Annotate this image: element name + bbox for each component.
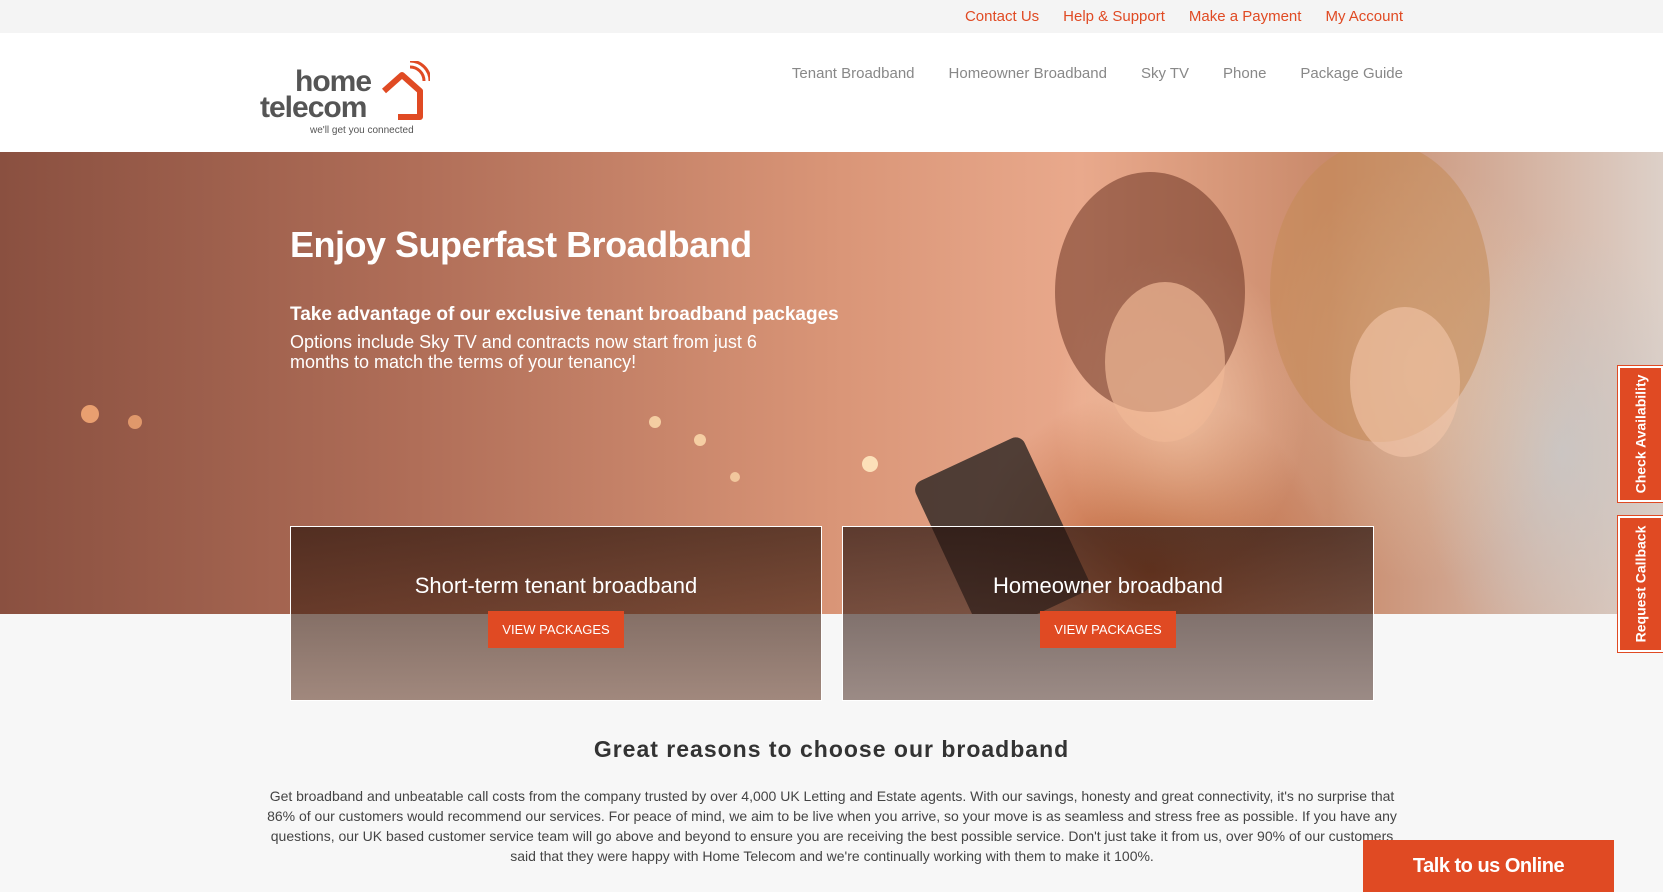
nav-phone[interactable]: Phone	[1223, 65, 1266, 82]
utility-nav: Contact Us Help & Support Make a Payment…	[965, 8, 1403, 25]
live-chat-button[interactable]: Talk to us Online	[1363, 840, 1614, 892]
nav-tenant-broadband[interactable]: Tenant Broadband	[792, 65, 915, 82]
top-utility-bar: Contact Us Help & Support Make a Payment…	[0, 0, 1663, 33]
nav-package-guide[interactable]: Package Guide	[1300, 65, 1403, 82]
tenant-view-packages-button[interactable]: VIEW PACKAGES	[488, 611, 624, 648]
request-callback-label: Request Callback	[1632, 525, 1649, 643]
check-availability-tab[interactable]: Check Availability	[1618, 366, 1663, 502]
hero-subtitle: Take advantage of our exclusive tenant b…	[290, 304, 839, 325]
card-title: Homeowner broadband	[993, 573, 1223, 598]
my-account-link[interactable]: My Account	[1325, 8, 1403, 25]
reasons-heading: Great reasons to choose our broadband	[593, 736, 1070, 762]
nav-homeowner-broadband[interactable]: Homeowner Broadband	[949, 65, 1107, 82]
logo-word-telecom: telecom	[260, 91, 367, 124]
hero-banner: Enjoy Superfast Broadband Take advantage…	[0, 152, 1663, 614]
hero-photo-illustration	[81, 152, 1490, 614]
contact-us-link[interactable]: Contact Us	[965, 8, 1039, 25]
help-support-link[interactable]: Help & Support	[1063, 8, 1165, 25]
main-nav: Tenant Broadband Homeowner Broadband Sky…	[792, 65, 1403, 82]
home-telecom-logo[interactable]: home telecom we'll get you connected	[260, 61, 430, 136]
hero-body-text: Options include Sky TV and contracts now…	[290, 332, 757, 372]
house-wifi-icon	[382, 61, 430, 120]
request-callback-tab[interactable]: Request Callback	[1618, 516, 1663, 652]
homeowner-broadband-card: Homeowner broadband VIEW PACKAGES	[842, 526, 1374, 701]
card-title: Short-term tenant broadband	[414, 573, 698, 598]
reasons-body-text: Get broadband and unbeatable call costs …	[267, 788, 1397, 864]
make-payment-link[interactable]: Make a Payment	[1189, 8, 1302, 25]
hero-title: Enjoy Superfast Broadband	[290, 224, 752, 265]
nav-sky-tv[interactable]: Sky TV	[1141, 65, 1189, 82]
site-header: home telecom we'll get you connected Ten…	[0, 33, 1663, 152]
check-availability-label: Check Availability	[1632, 374, 1649, 494]
logo-tagline: we'll get you connected	[310, 125, 414, 136]
hero-text-block: Enjoy Superfast Broadband Take advantage…	[290, 224, 839, 372]
tenant-broadband-card: Short-term tenant broadband VIEW PACKAGE…	[290, 526, 822, 701]
homeowner-view-packages-button[interactable]: VIEW PACKAGES	[1040, 611, 1176, 648]
